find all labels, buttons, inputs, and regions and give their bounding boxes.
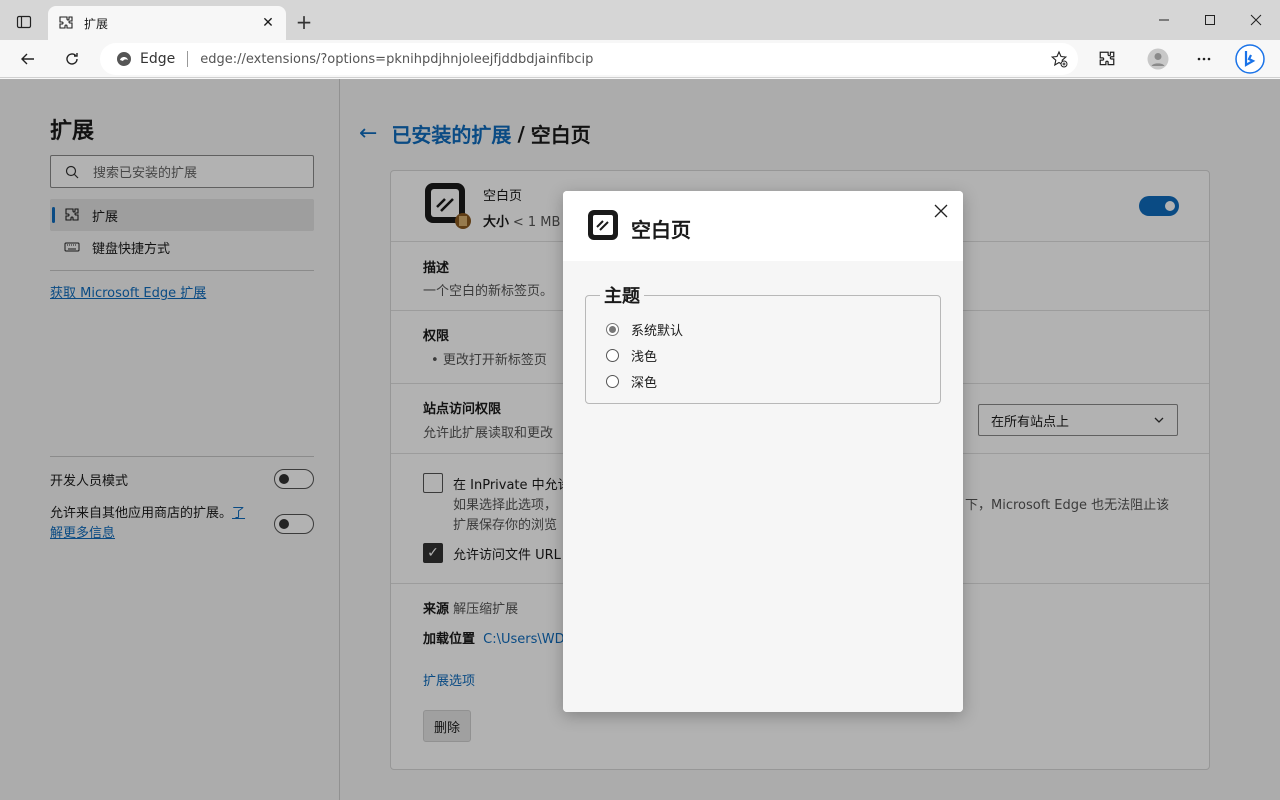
- avatar-icon: [1147, 48, 1169, 70]
- dialog-title: 空白页: [631, 218, 691, 242]
- edge-logo-icon: [117, 52, 131, 66]
- theme-option-light[interactable]: 浅色: [606, 346, 657, 365]
- tab-title: 扩展: [84, 16, 109, 31]
- more-menu-button[interactable]: [1188, 43, 1220, 75]
- url-text[interactable]: edge://extensions/?options=pknihpdjhnjol…: [200, 52, 593, 67]
- minimize-button[interactable]: [1141, 0, 1187, 40]
- theme-option-label: 浅色: [631, 350, 658, 365]
- puzzle-icon: [1099, 51, 1115, 66]
- extension-options-dialog: 空白页 主题 系统默认 浅色 深色: [563, 191, 963, 712]
- close-icon: [934, 204, 948, 218]
- refresh-button[interactable]: [56, 43, 88, 75]
- profile-button[interactable]: [1142, 43, 1174, 75]
- tab-close-icon[interactable]: ✕: [260, 15, 276, 31]
- theme-legend: 主题: [600, 282, 644, 308]
- radio-button[interactable]: [606, 323, 619, 336]
- dialog-header: 空白页: [563, 191, 963, 261]
- back-arrow-icon: [21, 53, 34, 65]
- theme-option-system-default[interactable]: 系统默认: [606, 320, 683, 339]
- bing-icon: [1235, 44, 1265, 74]
- radio-button[interactable]: [606, 375, 619, 388]
- dialog-body: 主题 系统默认 浅色 深色: [563, 261, 963, 712]
- edge-chip[interactable]: Edge: [116, 51, 175, 67]
- more-icon: [1197, 57, 1211, 61]
- theme-fieldset: 主题 系统默认 浅色 深色: [585, 282, 941, 404]
- address-bar[interactable]: Edge edge://extensions/?options=pknihpdj…: [100, 43, 1078, 75]
- address-separator: [187, 51, 189, 67]
- maximize-button[interactable]: [1187, 0, 1233, 40]
- extensions-button[interactable]: [1091, 43, 1123, 75]
- maximize-icon: [1205, 15, 1215, 25]
- minimize-icon: [1159, 19, 1169, 21]
- toolbar: Edge edge://extensions/?options=pknihpdj…: [0, 40, 1280, 78]
- close-icon: [1250, 14, 1262, 26]
- close-window-button[interactable]: [1233, 0, 1279, 40]
- blank-page-extension-icon: [588, 210, 618, 240]
- theme-option-dark[interactable]: 深色: [606, 372, 657, 391]
- theme-option-label: 深色: [631, 376, 658, 391]
- copilot-button[interactable]: [1234, 43, 1266, 75]
- tab-strip: 扩展 ✕ +: [0, 0, 1280, 40]
- tab-actions-button[interactable]: [8, 8, 40, 36]
- refresh-icon: [66, 53, 78, 65]
- dialog-close-button[interactable]: [929, 199, 953, 223]
- tab-actions-icon: [16, 15, 32, 29]
- new-tab-button[interactable]: +: [292, 10, 316, 34]
- puzzle-icon: [59, 16, 73, 29]
- favorite-add-icon[interactable]: [1050, 50, 1068, 68]
- tab-extensions[interactable]: 扩展 ✕: [48, 6, 286, 40]
- radio-button[interactable]: [606, 349, 619, 362]
- back-button[interactable]: [12, 43, 44, 75]
- edge-chip-label: Edge: [140, 51, 176, 67]
- theme-option-label: 系统默认: [631, 324, 684, 339]
